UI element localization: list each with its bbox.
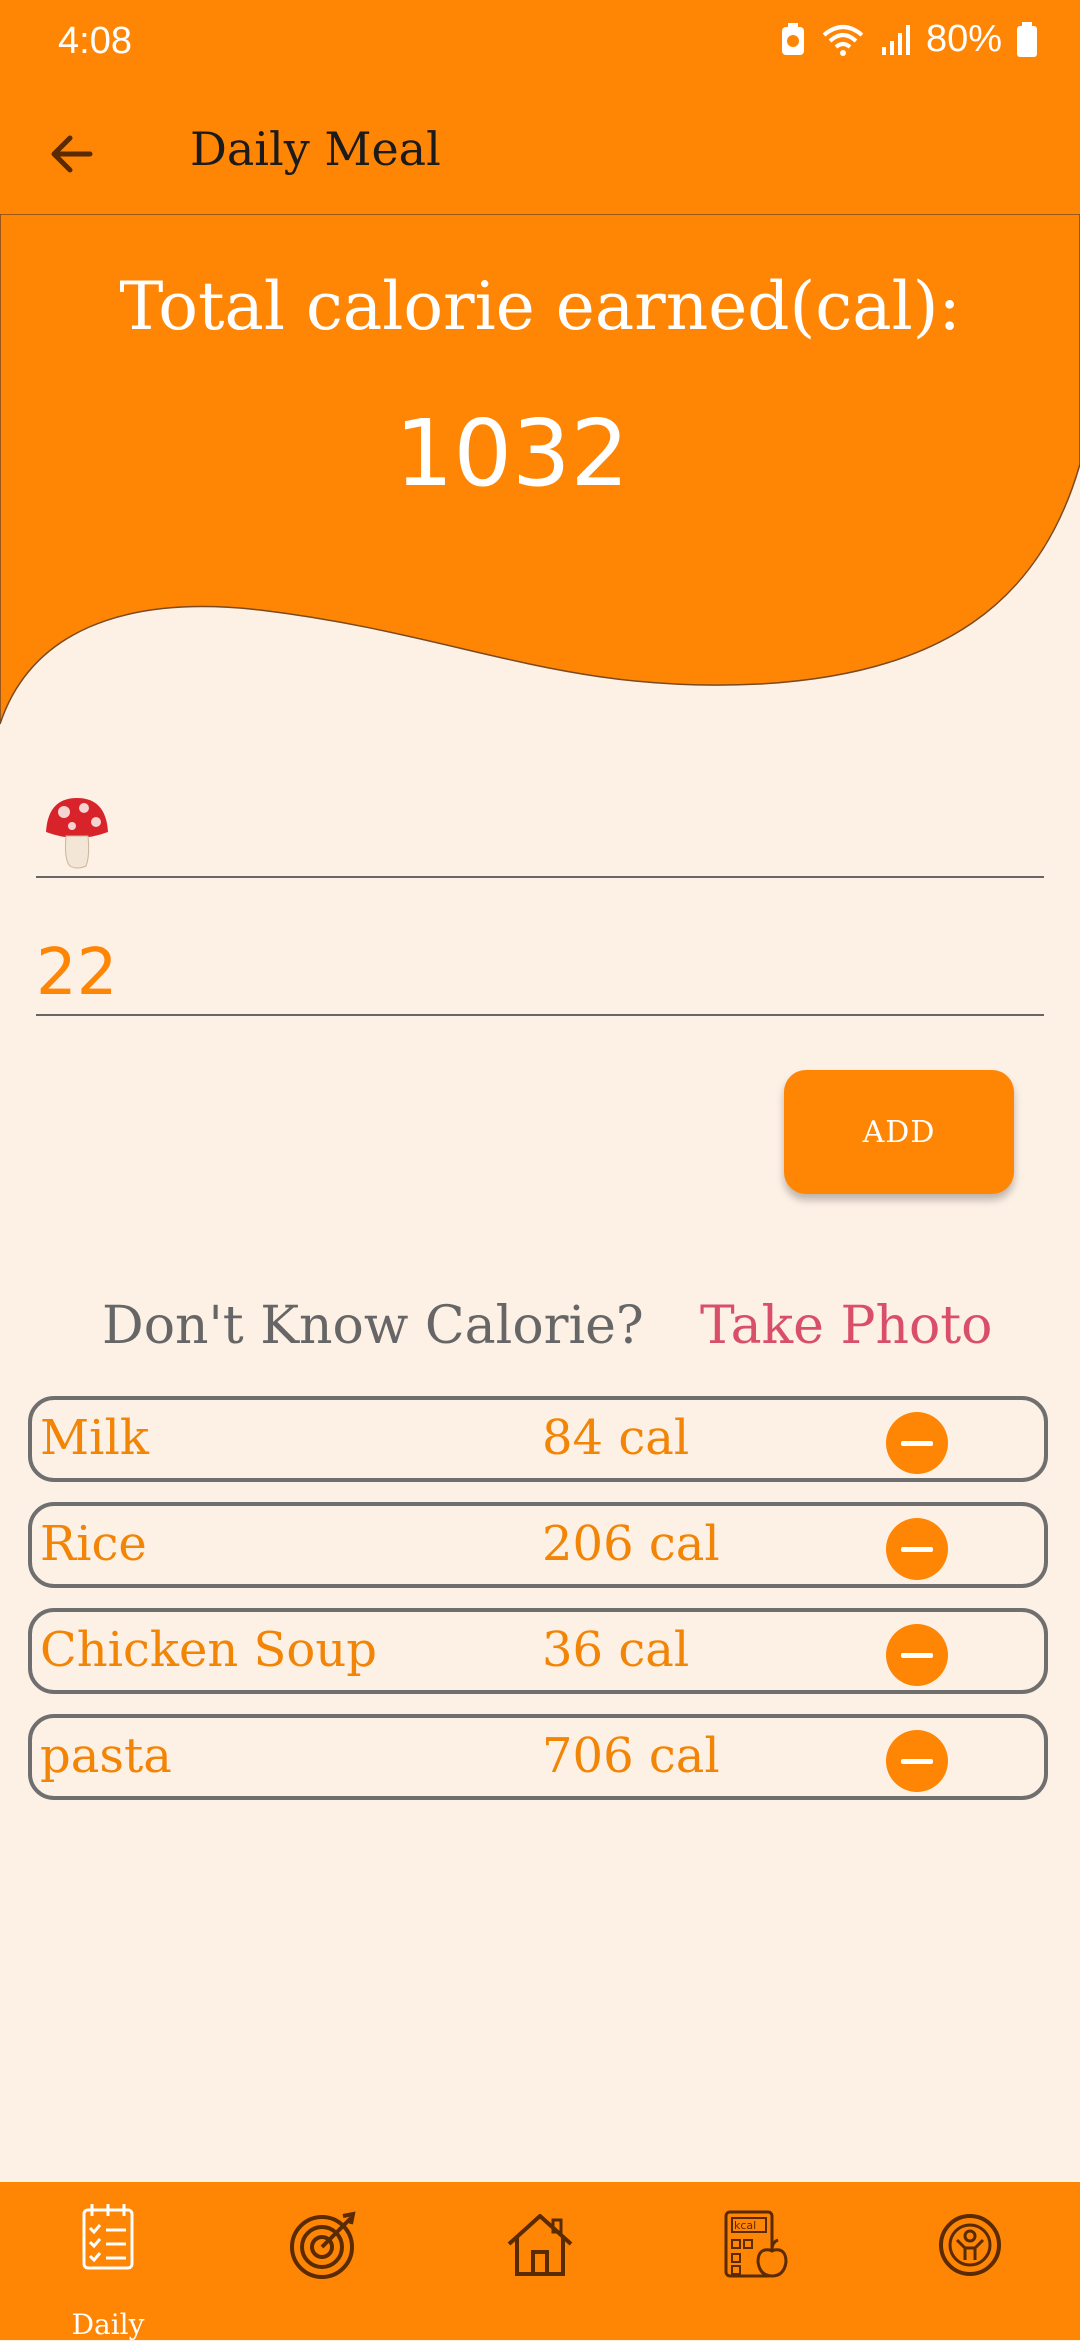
meal-name: pasta xyxy=(40,1728,172,1784)
nav-label-daily: Daily xyxy=(71,2308,145,2341)
nav-item-calculator[interactable]: kcal xyxy=(696,2202,816,2332)
food-name-field[interactable] xyxy=(36,780,1044,878)
meal-item: Milk 84 cal xyxy=(28,1396,1048,1482)
calorie-input-value: 22 xyxy=(36,936,118,1010)
app-bar: Daily Meal xyxy=(0,84,1080,216)
battery-percent: 80% xyxy=(925,18,1002,60)
meal-name: Milk xyxy=(40,1410,149,1466)
mushroom-icon xyxy=(42,794,112,874)
nav-item-goals[interactable] xyxy=(264,2202,384,2332)
meal-calories: 84 cal xyxy=(542,1410,690,1466)
meal-name: Chicken Soup xyxy=(40,1622,377,1678)
add-button[interactable]: ADD xyxy=(784,1070,1014,1194)
take-photo-link[interactable]: Take Photo xyxy=(700,1296,992,1356)
target-icon xyxy=(290,2211,356,2279)
remove-meal-button[interactable] xyxy=(886,1412,948,1474)
page-title: Daily Meal xyxy=(190,122,441,176)
meal-item: Chicken Soup 36 cal xyxy=(28,1608,1048,1694)
unknown-calorie-label: Don't Know Calorie? xyxy=(102,1296,644,1356)
minus-icon xyxy=(901,1546,933,1552)
fitness-person-icon xyxy=(939,2214,1001,2276)
meal-name: Rice xyxy=(40,1516,147,1572)
home-icon xyxy=(507,2214,573,2276)
signal-icon xyxy=(881,24,910,55)
remove-meal-button[interactable] xyxy=(886,1518,948,1580)
nav-item-daily[interactable]: Daily xyxy=(48,2202,168,2341)
unknown-calorie-row: Don't Know Calorie? Take Photo xyxy=(0,1296,1080,1366)
wifi-icon xyxy=(822,24,864,56)
meal-calories: 206 cal xyxy=(542,1516,720,1572)
total-calorie-label: Total calorie earned(cal): xyxy=(119,268,961,345)
total-calorie-value: 1032 xyxy=(394,400,630,507)
meal-item: Rice 206 cal xyxy=(28,1502,1048,1588)
nav-item-home[interactable] xyxy=(480,2202,600,2332)
meal-calories: 706 cal xyxy=(542,1728,720,1784)
battery-saver-icon xyxy=(781,22,804,55)
remove-meal-button[interactable] xyxy=(886,1624,948,1686)
back-button[interactable] xyxy=(40,122,104,186)
remove-meal-button[interactable] xyxy=(886,1730,948,1792)
checklist-icon xyxy=(82,2204,134,2270)
battery-icon xyxy=(1017,21,1037,57)
bottom-navigation: Daily kcal xyxy=(0,2182,1080,2341)
calorie-input[interactable]: 22 xyxy=(36,918,1044,1016)
status-icons: 80% xyxy=(780,18,1038,61)
arrow-left-icon xyxy=(51,135,93,173)
nav-item-fitness[interactable] xyxy=(912,2202,1032,2332)
minus-icon xyxy=(901,1652,933,1658)
status-time: 4:08 xyxy=(58,20,132,62)
minus-icon xyxy=(901,1758,933,1764)
minus-icon xyxy=(901,1440,933,1446)
svg-text:kcal: kcal xyxy=(734,2219,756,2232)
status-bar: 4:08 80% xyxy=(0,0,1080,84)
meal-calories: 36 cal xyxy=(542,1622,690,1678)
meal-item: pasta 706 cal xyxy=(28,1714,1048,1800)
kcal-calculator-icon: kcal xyxy=(724,2210,788,2278)
